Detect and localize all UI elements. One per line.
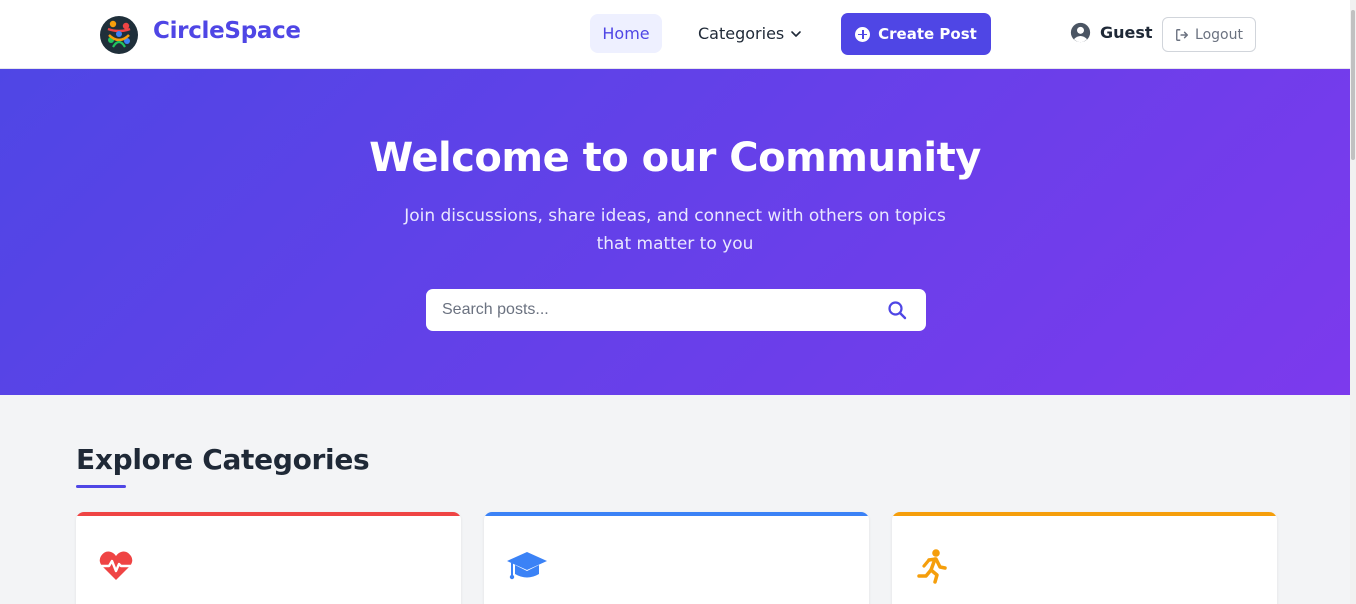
card-accent-bar (484, 512, 869, 516)
section-title: Explore Categories (76, 443, 370, 476)
brand-name[interactable]: CircleSpace (153, 18, 301, 44)
section-underline (76, 485, 126, 488)
scrollbar-thumb[interactable] (1351, 10, 1355, 160)
plus-circle-icon (855, 26, 871, 42)
nav-categories-label: Categories (698, 24, 785, 43)
create-post-label: Create Post (878, 25, 977, 43)
search-icon[interactable] (887, 300, 907, 320)
logout-button[interactable]: Logout (1162, 17, 1256, 52)
circlespace-logo[interactable] (99, 15, 139, 55)
logout-label: Logout (1195, 26, 1243, 43)
category-card-education[interactable] (484, 512, 869, 604)
page-scrollbar[interactable] (1350, 0, 1356, 604)
user-name: Guest (1100, 23, 1153, 42)
create-post-button[interactable]: Create Post (841, 13, 991, 55)
heartbeat-icon (99, 551, 133, 580)
running-icon (917, 549, 947, 584)
nav-categories-dropdown[interactable]: Categories (698, 14, 802, 53)
category-card-health[interactable] (76, 512, 461, 604)
graduation-cap-icon (507, 552, 547, 580)
card-accent-bar (892, 512, 1277, 516)
user-circle-icon (1070, 22, 1091, 43)
search-input[interactable] (426, 289, 866, 331)
hero-subtitle: Join discussions, share ideas, and conne… (404, 206, 946, 254)
card-accent-bar (76, 512, 461, 516)
user-menu[interactable]: Guest (1070, 22, 1153, 43)
hero-title: Welcome to our Community (369, 135, 981, 181)
hero-banner: Welcome to our Community Join discussion… (0, 69, 1350, 395)
search-bar (426, 289, 926, 331)
category-card-sports[interactable] (892, 512, 1277, 604)
sign-out-icon (1176, 28, 1189, 41)
top-navbar: CircleSpace Home Categories Create Post … (0, 0, 1350, 69)
chevron-down-icon (791, 30, 802, 37)
nav-home-link[interactable]: Home (590, 14, 662, 53)
